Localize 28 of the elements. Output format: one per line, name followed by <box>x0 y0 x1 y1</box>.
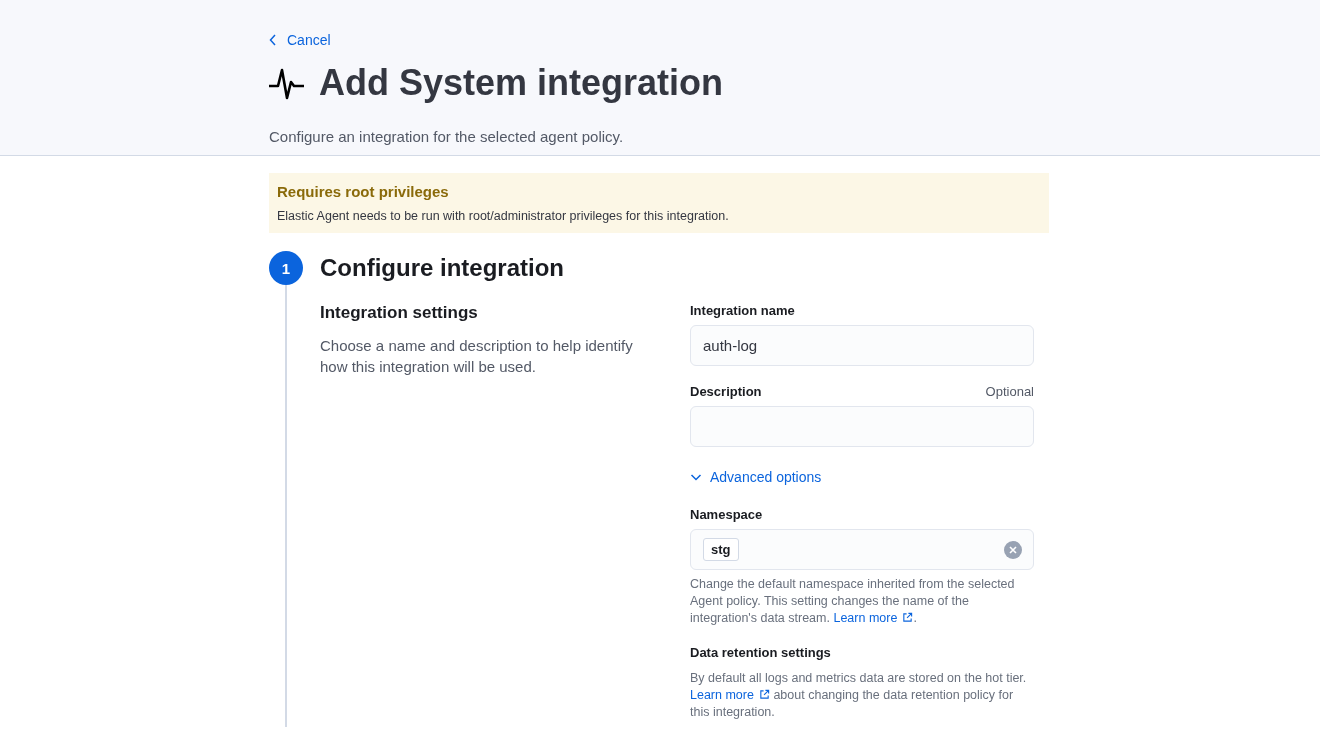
chevron-left-icon <box>269 34 277 46</box>
external-link-icon <box>902 612 914 623</box>
input-field[interactable] <box>690 406 1034 447</box>
field-label: Namespace <box>690 507 763 522</box>
heartbeat-icon <box>269 66 305 100</box>
namespace-combobox[interactable]: stg <box>690 529 1034 570</box>
section-title: Integration settings <box>320 303 479 323</box>
namespace-chip: stg <box>703 538 739 561</box>
subsection-title: Data retention settings <box>690 645 832 660</box>
callout-text: Elastic Agent needs to be run with root/administrator privileges for this integration. <box>277 209 730 223</box>
clear-icon[interactable] <box>1004 540 1022 559</box>
learn-more-link[interactable]: Learn more <box>833 611 914 625</box>
cancel-link[interactable]: Cancel <box>269 32 331 48</box>
section-description: Choose a name and description to help identify how this integration will be used. <box>320 336 634 377</box>
callout-title: Requires root privileges <box>277 183 450 200</box>
input-field[interactable]: auth-log <box>690 325 1034 366</box>
step-number: 1 <box>269 251 303 285</box>
step-title: Configure integration <box>320 254 564 282</box>
field-label: Integration name <box>690 303 795 318</box>
optional-hint: Optional <box>985 384 1034 399</box>
help-text: By default all logs and metrics data are stored on the hot tier. Learn more about changing the data retention policy for this integration. <box>690 670 1028 721</box>
learn-more-link[interactable]: Learn more <box>690 688 770 702</box>
page-subtitle: Configure an integration for the selected agent policy. <box>269 128 625 145</box>
help-text: Change the default namespace inherited from the selected Agent policy. This setting changes the name of the integration's data stream. Learn more . <box>690 576 1016 627</box>
external-link-icon <box>758 689 770 700</box>
advanced-options-toggle[interactable]: Advanced options <box>690 469 822 485</box>
field-label: Description <box>690 384 762 399</box>
page-title: Add System integration <box>319 62 724 104</box>
